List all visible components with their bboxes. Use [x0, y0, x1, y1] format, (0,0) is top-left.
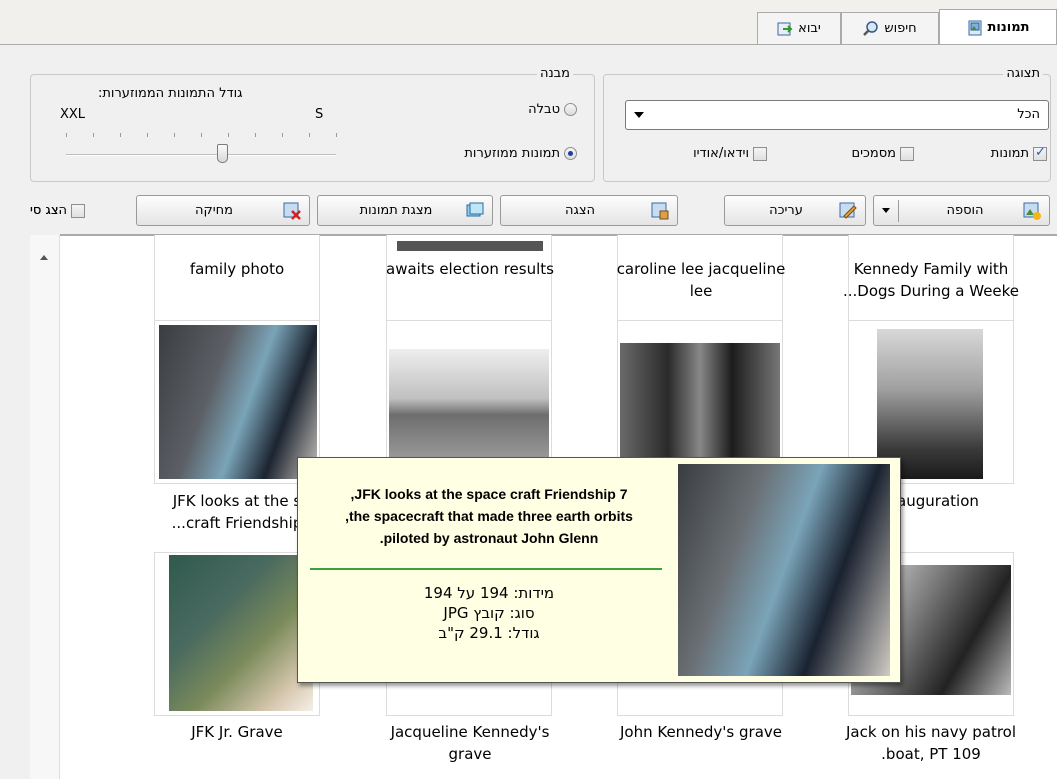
slider-tick [336, 133, 337, 137]
tab-import[interactable]: יבוא [757, 12, 841, 44]
tooltip-preview-image [678, 464, 890, 676]
tooltip-size: גודל: 29.1 ק"ב [438, 624, 540, 642]
checkbox-documents[interactable]: מסמכים [851, 146, 914, 161]
checkbox-documents-box[interactable] [900, 146, 914, 161]
thumbnail-jfk-jr-grave[interactable] [154, 552, 320, 716]
slider-max-label: XXL [60, 107, 86, 122]
slider-tick [93, 133, 94, 137]
delete-button-label: מחיקה [195, 203, 233, 218]
caption-pt109: Jack on his navy patrol boat, PT 109. [816, 721, 1046, 765]
caption-caroline-lee: caroline lee jacqueline lee [586, 258, 816, 302]
checkbox-video-audio-label: וידאו/אודיו [693, 146, 749, 161]
tooltip-separator [310, 568, 662, 570]
slideshow-button-face: מצגת תמונות [317, 195, 493, 226]
add-picture-icon [1023, 202, 1041, 220]
checkbox-documents-label: מסמכים [851, 146, 896, 161]
radio-table-label: טבלה [528, 102, 560, 117]
slider-tick [201, 133, 202, 137]
show-toggle-box [71, 203, 86, 218]
slideshow-icon [466, 202, 484, 216]
delete-picture-icon [283, 202, 301, 220]
checkbox-video-audio-box[interactable] [753, 146, 767, 161]
caption-text: JFK looks at the s craft Friendship... [171, 492, 303, 532]
caption-text: John Kennedy's grave [619, 723, 783, 741]
slider-min-label: S [315, 107, 324, 122]
show-button-face: הצגה [500, 195, 678, 226]
caption-text: JFK Jr. Grave [191, 723, 283, 741]
tooltip-type: סוג: קובץ JPG [443, 604, 535, 622]
vertical-scrollbar[interactable] [30, 235, 60, 779]
slider-tick [147, 133, 148, 137]
slideshow-button-label: מצגת תמונות [359, 203, 433, 218]
add-button-label: הוספה [946, 203, 984, 218]
view-picture-icon [651, 202, 669, 219]
slider-tick [228, 133, 229, 137]
edit-button-label: עריכה [769, 203, 803, 218]
radio-table-dot[interactable] [564, 103, 577, 116]
caption-text: Kennedy Family with Dogs During a Weeke.… [842, 260, 1020, 300]
tab-pictures[interactable]: תמונות [939, 9, 1057, 45]
pictures-icon [968, 20, 982, 35]
display-filter-combo[interactable]: הכל [625, 100, 1049, 130]
thumbnail-friendship7[interactable] [154, 320, 320, 484]
show-button-label: הצגה [564, 203, 596, 218]
thumbnail-size-slider-thumb[interactable] [217, 144, 228, 163]
show-toggle-label: הצג סי [30, 203, 68, 218]
radio-thumbnails-label: תמונות ממוזערות [464, 146, 560, 161]
caption-john-grave: John Kennedy's grave [586, 721, 816, 743]
picture-tooltip: JFK looks at the space craft Friendship … [297, 457, 901, 683]
radio-table[interactable]: טבלה [528, 102, 577, 117]
slider-tick [255, 133, 256, 137]
thumbnail-size-slider-track[interactable] [66, 154, 336, 156]
caption-text: Jacqueline Kennedy's grave [390, 723, 550, 763]
radio-thumbnails-dot[interactable] [564, 147, 577, 160]
caption-text: caroline lee jacqueline lee [616, 260, 786, 300]
caption-jfk-jr-grave: JFK Jr. Grave [122, 721, 352, 743]
caption-text: Jack on his navy patrol boat, PT 109. [845, 723, 1017, 763]
import-icon [777, 22, 793, 35]
caption-text: awaits election results [386, 260, 554, 278]
delete-button-face: מחיקה [136, 195, 310, 226]
slider-tick [66, 133, 67, 137]
tab-import-label: יבוא [798, 21, 821, 36]
slider-title: גודל התמונות הממוזערות: [98, 86, 243, 101]
tab-search-label: חיפוש [884, 21, 917, 36]
checkbox-pictures[interactable]: תמונות [990, 145, 1047, 161]
caption-family-photo: family photo [122, 258, 352, 280]
caption-jacqueline-grave: Jacqueline Kennedy's grave [355, 721, 585, 765]
add-button-face: הוספה [873, 195, 1050, 226]
search-icon [863, 20, 879, 36]
slider-tick [309, 133, 310, 137]
slider-tick [282, 133, 283, 137]
slider-tick [174, 133, 175, 137]
display-group-legend: תצוגה [1003, 66, 1043, 81]
chevron-down-icon [634, 112, 644, 118]
radio-thumbnails[interactable]: תמונות ממוזערות [464, 146, 577, 161]
tab-search[interactable]: חיפוש [841, 12, 939, 44]
tooltip-meta: מידות: 194 על 194 סוג: קובץ JPG גודל: 29… [308, 583, 670, 643]
caption-election-results: awaits election results [355, 258, 585, 280]
display-filter-value: הכל [1017, 107, 1040, 122]
checkbox-video-audio[interactable]: וידאו/אודיו [693, 146, 767, 161]
slider-tick [120, 133, 121, 137]
tooltip-title: JFK looks at the space craft Friendship … [345, 486, 633, 546]
edit-button-face: עריכה [724, 195, 866, 226]
tooltip-dimensions: מידות: 194 על 194 [423, 584, 555, 602]
chevron-down-icon [882, 208, 890, 213]
scroll-up-icon[interactable] [40, 255, 48, 260]
tab-pictures-label: תמונות [987, 20, 1030, 35]
checkbox-pictures-box[interactable] [1033, 145, 1047, 161]
show-toggle-face: הצג סי [30, 203, 86, 218]
caption-text: family photo [189, 260, 285, 278]
structure-group-legend: מבנה [536, 66, 573, 81]
caption-kennedy-dogs: Kennedy Family with Dogs During a Weeke.… [816, 258, 1046, 302]
edit-picture-icon [839, 202, 857, 219]
checkbox-pictures-label: תמונות [990, 146, 1029, 161]
